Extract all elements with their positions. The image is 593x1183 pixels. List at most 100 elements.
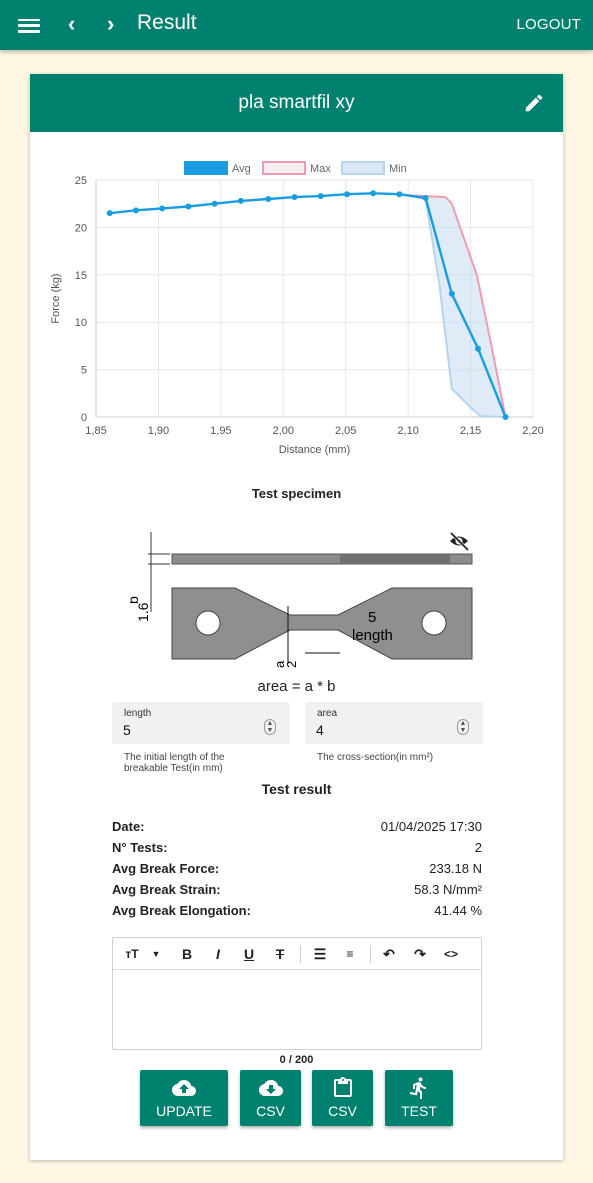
x-tick-label: 2,20 — [522, 425, 543, 437]
cloud-upload-icon — [172, 1080, 196, 1096]
length-field-value[interactable]: 5 — [123, 722, 131, 738]
length-hint: The initial length of the breakable Test… — [124, 752, 225, 774]
legend-swatch — [184, 161, 228, 175]
specimen-hole — [421, 610, 447, 636]
result-key: Avg Break Force: — [112, 861, 220, 876]
bold-icon[interactable]: B — [177, 944, 197, 964]
result-key: N° Tests: — [112, 840, 168, 855]
x-tick-label: 2,05 — [335, 425, 356, 437]
italic-icon[interactable]: I — [208, 944, 228, 964]
avg-data-point — [237, 197, 244, 204]
result-row: Avg Break Force: 233.18 N — [112, 861, 482, 879]
result-key: Avg Break Elongation: — [112, 903, 251, 918]
area-field[interactable]: area 4 ▲ ▼ — [305, 702, 483, 744]
dim-length-label: length — [352, 627, 393, 644]
editor-content[interactable] — [113, 971, 481, 1049]
specimen-side-shade — [340, 554, 450, 564]
result-row: Avg Break Strain: 58.3 N/mm² — [112, 882, 482, 900]
result-value: 233.18 N — [429, 861, 482, 876]
code-icon[interactable]: <> — [440, 944, 462, 964]
y-tick-label: 10 — [75, 317, 87, 329]
avg-data-point — [265, 195, 272, 202]
copy-csv-button[interactable]: CSV — [312, 1070, 373, 1126]
dim-b-value: 1.6 — [135, 602, 151, 622]
result-key: Date: — [112, 819, 145, 834]
undo-icon[interactable]: ↶ — [378, 944, 400, 964]
download-csv-label: CSV — [256, 1103, 285, 1119]
copy-csv-label: CSV — [328, 1103, 357, 1119]
avg-data-point — [291, 194, 298, 201]
bullet-list-icon[interactable]: ☰ — [309, 944, 331, 964]
y-tick-label: 5 — [81, 365, 87, 377]
result-row: N° Tests: 2 — [112, 840, 482, 858]
toolbar-divider — [300, 946, 301, 963]
y-tick-label: 15 — [75, 270, 87, 282]
y-axis-label: Force (kg) — [50, 273, 62, 323]
test-button[interactable]: TEST — [385, 1070, 453, 1126]
numbered-list-icon[interactable]: ≡ — [339, 944, 361, 964]
logout-button[interactable]: LOGOUT — [516, 16, 581, 33]
result-value: 58.3 N/mm² — [414, 882, 482, 897]
text-size-icon[interactable]: ᴛT — [121, 944, 143, 964]
x-tick-label: 2,15 — [460, 425, 481, 437]
result-value: 2 — [474, 840, 482, 855]
pencil-icon[interactable] — [523, 92, 545, 114]
area-field-value[interactable]: 4 — [316, 722, 324, 738]
clipboard-icon — [333, 1077, 352, 1097]
legend-swatch — [341, 161, 385, 175]
update-button-label: UPDATE — [156, 1103, 212, 1119]
avg-data-point — [132, 207, 139, 214]
download-csv-button[interactable]: CSV — [240, 1070, 301, 1126]
dim-length-value: 5 — [368, 609, 376, 626]
character-counter: 0 / 200 — [279, 1054, 314, 1066]
avg-data-point — [106, 210, 113, 217]
avg-data-point — [502, 414, 509, 420]
dropdown-icon[interactable]: ▼ — [149, 944, 163, 964]
result-row: Avg Break Elongation: 41.44 % — [112, 903, 482, 921]
chevron-left-icon[interactable]: ‹ — [68, 12, 75, 36]
x-axis-label: Distance (mm) — [279, 444, 351, 456]
avg-data-point — [475, 345, 482, 352]
x-tick-label: 1,90 — [148, 425, 169, 437]
eye-off-icon[interactable] — [449, 531, 470, 552]
x-tick-label: 1,85 — [85, 425, 106, 437]
avg-data-point — [211, 200, 218, 207]
clear-format-icon[interactable]: T — [270, 944, 290, 964]
avg-data-point — [159, 205, 166, 212]
avg-data-point — [448, 290, 455, 297]
area-formula: area = a * b — [257, 678, 336, 695]
redo-icon[interactable]: ↷ — [409, 944, 431, 964]
card-title: pla smartfil xy — [238, 92, 355, 113]
specimen-diagram: b 1.6 a 2 5 length — [130, 531, 473, 668]
stepper-icon[interactable]: ▲ ▼ — [457, 719, 469, 735]
specimen-hole — [195, 610, 221, 636]
y-tick-label: 0 — [81, 412, 87, 424]
update-button[interactable]: UPDATE — [140, 1070, 228, 1126]
dim-a-value: 2 — [284, 661, 299, 668]
result-title: Test result — [261, 781, 332, 797]
page-title: Result — [137, 11, 197, 34]
x-tick-label: 2,10 — [397, 425, 418, 437]
legend-label: Min — [389, 163, 407, 175]
chevron-right-icon[interactable]: › — [107, 12, 114, 36]
toolbar-divider — [370, 946, 371, 963]
editor-toolbar: ᴛT ▼ B I U T ☰ ≡ ↶ ↷ <> — [113, 938, 481, 970]
stepper-icon[interactable]: ▲ ▼ — [264, 719, 276, 735]
result-card: pla smartfil xy 0 5 10 15 20 25 1,85 1,90 1,95 2,… — [30, 74, 563, 1160]
result-key: Avg Break Strain: — [112, 882, 221, 897]
avg-data-point — [343, 191, 350, 198]
avg-data-point — [185, 203, 192, 210]
rich-text-editor: ᴛT ▼ B I U T ☰ ≡ ↶ ↷ <> — [112, 937, 482, 1050]
force-distance-chart: 0 5 10 15 20 25 1,85 1,90 1,95 2,00 2,05 2,10 2,15 2,… — [50, 161, 544, 456]
underline-icon[interactable]: U — [239, 944, 259, 964]
legend-swatch — [262, 161, 306, 175]
x-tick-label: 2,00 — [273, 425, 294, 437]
legend-label: Avg — [232, 163, 251, 175]
menu-icon[interactable] — [18, 15, 40, 35]
card-header: pla smartfil xy — [30, 74, 563, 132]
x-tick-label: 1,95 — [210, 425, 231, 437]
area-field-label: area — [317, 708, 338, 719]
test-button-label: TEST — [401, 1103, 437, 1119]
avg-data-point — [317, 193, 324, 200]
length-field[interactable]: length 5 ▲ ▼ — [112, 702, 290, 744]
